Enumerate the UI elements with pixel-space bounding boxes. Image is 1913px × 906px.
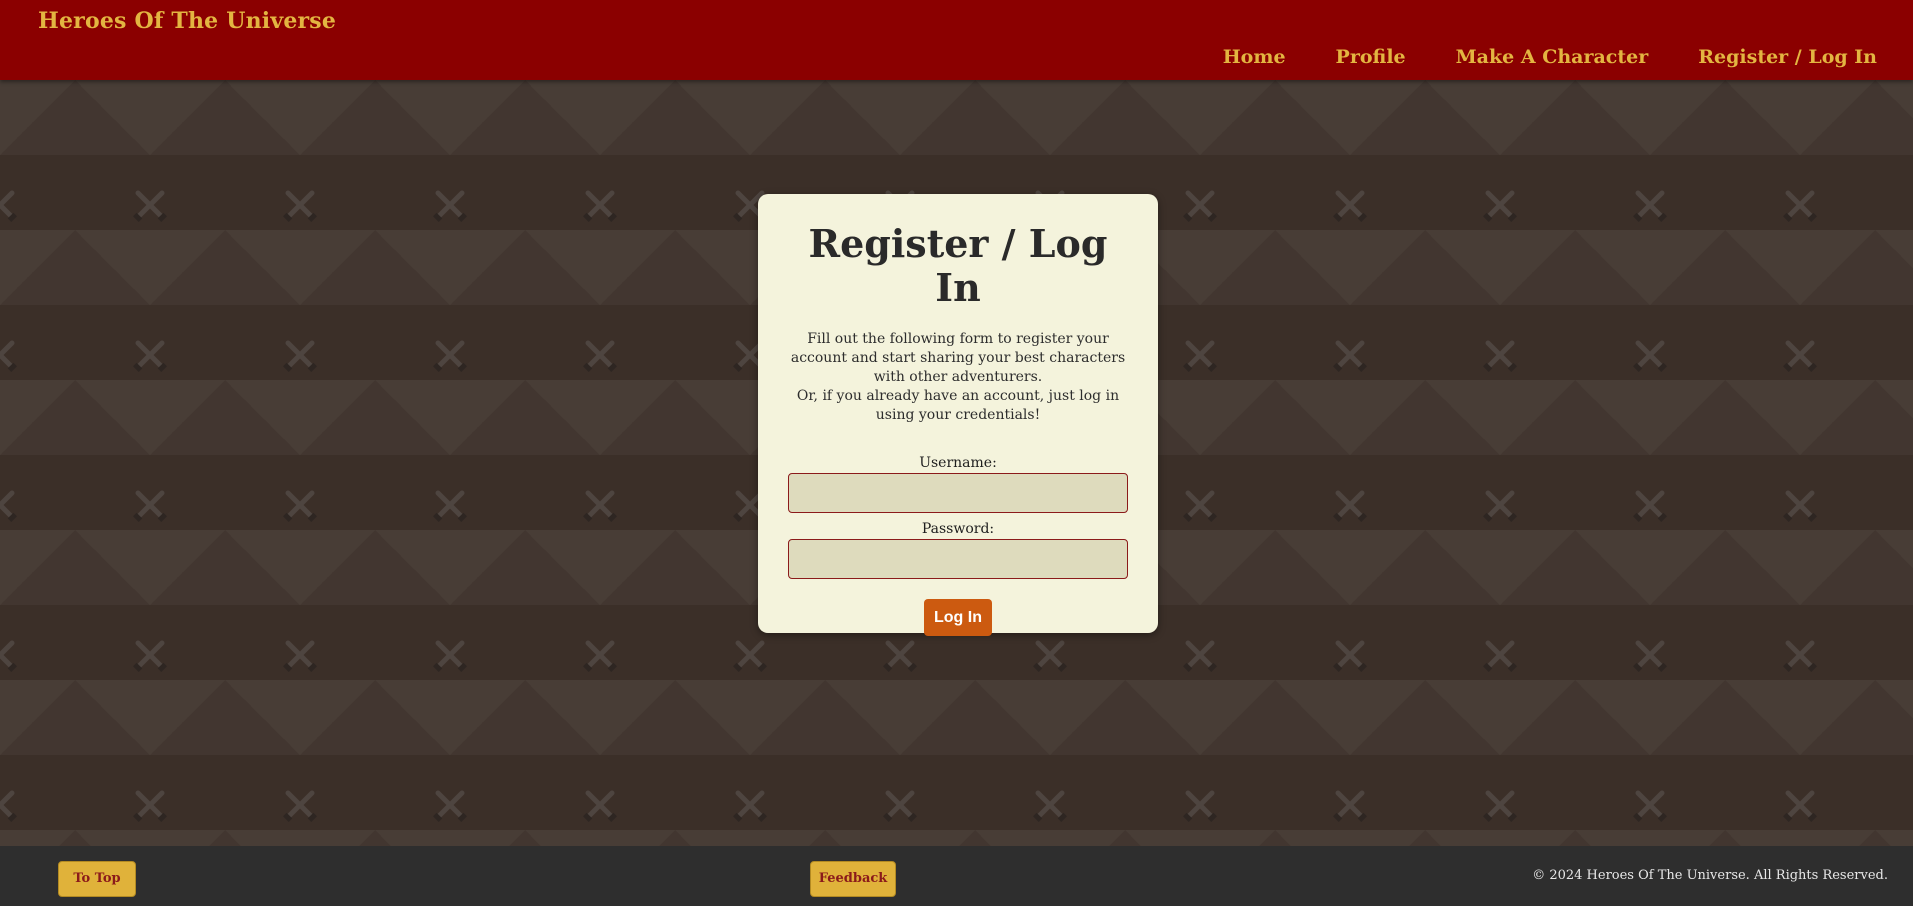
crossed-swords-icon <box>883 643 917 672</box>
crossed-swords-icon <box>0 493 17 522</box>
crossed-swords-icon <box>283 793 317 822</box>
password-label: Password: <box>921 521 995 537</box>
crossed-swords-icon <box>1783 793 1817 822</box>
nav-profile[interactable]: Profile <box>1336 46 1406 68</box>
login-card: Register / Log In Fill out the following… <box>758 194 1158 636</box>
username-group: Username: <box>786 455 1130 513</box>
username-label: Username: <box>919 455 997 471</box>
copyright-text: © 2024 Heroes Of The Universe. All Right… <box>1532 868 1888 883</box>
feedback-button[interactable]: Feedback <box>810 861 896 897</box>
crossed-swords-icon <box>283 493 317 522</box>
crossed-swords-icon <box>1783 343 1817 372</box>
nav-register-login[interactable]: Register / Log In <box>1698 46 1877 68</box>
crossed-swords-icon <box>883 793 917 822</box>
site-header: Heroes Of The Universe Home Profile Make… <box>0 0 1913 80</box>
crossed-swords-icon <box>1633 193 1667 222</box>
crossed-swords-icon <box>283 343 317 372</box>
crossed-swords-icon <box>1783 493 1817 522</box>
crossed-swords-icon <box>283 193 317 222</box>
crossed-swords-icon <box>1783 193 1817 222</box>
crossed-swords-icon <box>1483 643 1517 672</box>
page-title: Register / Log In <box>808 221 1108 310</box>
crossed-swords-icon <box>1183 493 1217 522</box>
crossed-swords-icon <box>1483 343 1517 372</box>
crossed-swords-icon <box>1333 193 1367 222</box>
crossed-swords-icon <box>1633 643 1667 672</box>
crossed-swords-icon <box>133 793 167 822</box>
crossed-swords-icon <box>433 493 467 522</box>
crossed-swords-icon <box>133 343 167 372</box>
crossed-swords-icon <box>1183 643 1217 672</box>
crossed-swords-icon <box>0 643 17 672</box>
main-nav: Home Profile Make A Character Register /… <box>1223 46 1877 68</box>
crossed-swords-icon <box>1033 643 1067 672</box>
site-brand[interactable]: Heroes Of The Universe <box>38 8 336 34</box>
crossed-swords-icon <box>0 193 17 222</box>
crossed-swords-icon <box>1183 343 1217 372</box>
crossed-swords-icon <box>1633 493 1667 522</box>
crossed-swords-icon <box>583 643 617 672</box>
crossed-swords-icon <box>1633 343 1667 372</box>
crossed-swords-icon <box>433 643 467 672</box>
crossed-swords-icon <box>1483 493 1517 522</box>
crossed-swords-icon <box>583 793 617 822</box>
intro-line-login: Or, if you already have an account, just… <box>796 388 1120 423</box>
crossed-swords-icon <box>133 493 167 522</box>
crossed-swords-icon <box>583 193 617 222</box>
site-footer: To Top Feedback © 2024 Heroes Of The Uni… <box>0 846 1913 906</box>
crossed-swords-icon <box>1783 643 1817 672</box>
crossed-swords-icon <box>583 493 617 522</box>
to-top-button[interactable]: To Top <box>58 861 136 897</box>
crossed-swords-icon <box>733 643 767 672</box>
nav-home[interactable]: Home <box>1223 46 1286 68</box>
crossed-swords-icon <box>1483 193 1517 222</box>
crossed-swords-icon <box>1483 793 1517 822</box>
intro-text: Fill out the following form to register … <box>786 330 1130 425</box>
crossed-swords-icon <box>733 793 767 822</box>
crossed-swords-icon <box>433 793 467 822</box>
crossed-swords-icon <box>433 193 467 222</box>
crossed-swords-icon <box>1333 793 1367 822</box>
login-button[interactable]: Log In <box>924 599 992 636</box>
password-input[interactable] <box>788 539 1128 579</box>
nav-make-character[interactable]: Make A Character <box>1456 46 1649 68</box>
crossed-swords-icon <box>1333 643 1367 672</box>
crossed-swords-icon <box>0 343 17 372</box>
password-group: Password: <box>786 521 1130 579</box>
crossed-swords-icon <box>433 343 467 372</box>
crossed-swords-icon <box>283 643 317 672</box>
crossed-swords-icon <box>1183 793 1217 822</box>
crossed-swords-icon <box>1633 793 1667 822</box>
login-form: Username: Password: Log In <box>786 455 1130 636</box>
crossed-swords-icon <box>1033 793 1067 822</box>
crossed-swords-icon <box>1333 343 1367 372</box>
username-input[interactable] <box>788 473 1128 513</box>
crossed-swords-icon <box>1183 193 1217 222</box>
crossed-swords-icon <box>583 343 617 372</box>
crossed-swords-icon <box>0 793 17 822</box>
crossed-swords-icon <box>1333 493 1367 522</box>
crossed-swords-icon <box>133 193 167 222</box>
crossed-swords-icon <box>133 643 167 672</box>
intro-line-register: Fill out the following form to register … <box>790 331 1126 385</box>
